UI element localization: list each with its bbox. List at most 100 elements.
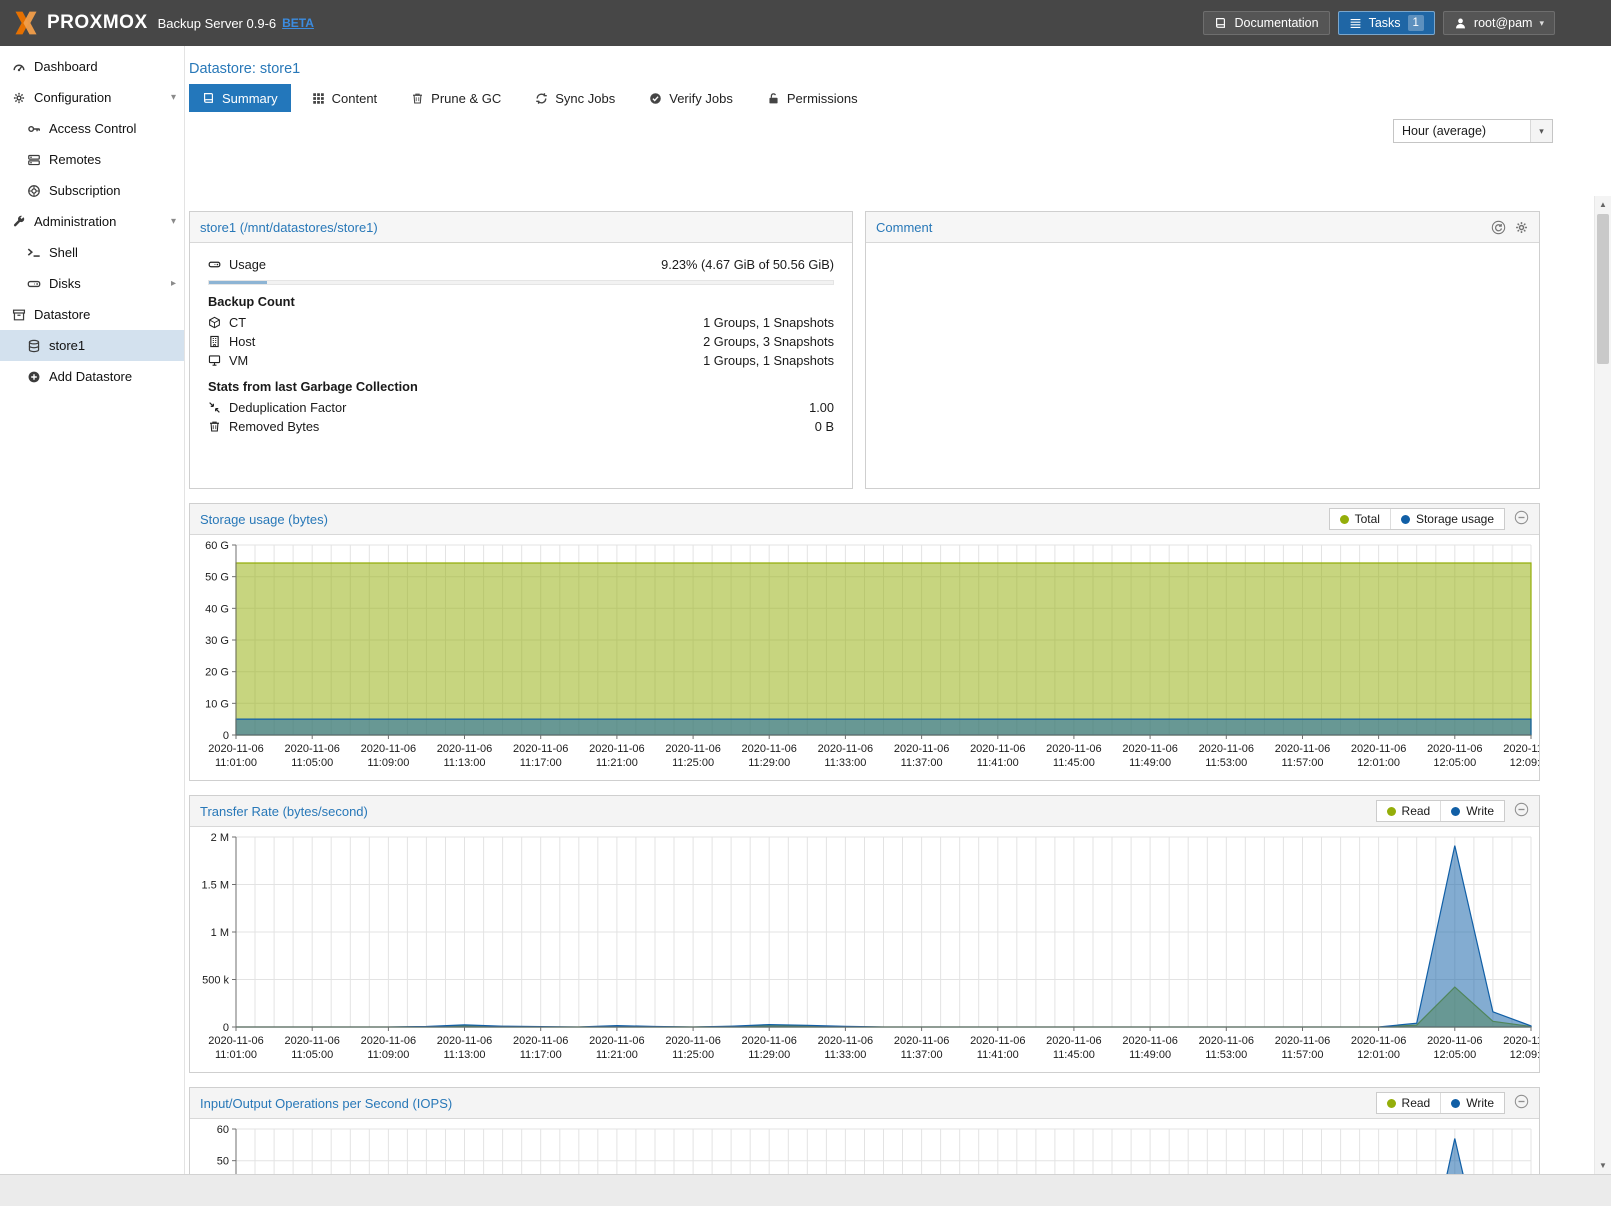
svg-text:11:13:00: 11:13:00 — [443, 1049, 485, 1061]
refresh-icon[interactable] — [1491, 220, 1506, 235]
user-menu-button[interactable]: root@pam ▾ — [1443, 11, 1555, 35]
tasks-label: Tasks — [1369, 16, 1401, 30]
sidebar-item-remotes[interactable]: Remotes — [0, 144, 184, 175]
svg-text:500 k: 500 k — [202, 975, 229, 987]
svg-text:2020-11-06: 2020-11-06 — [894, 1035, 949, 1047]
legend-read[interactable]: Read — [1377, 801, 1441, 821]
svg-text:2020-11-06: 2020-11-06 — [1275, 1035, 1330, 1047]
chevron-down-icon[interactable]: ▾ — [171, 216, 176, 227]
transfer-rate-title: Transfer Rate (bytes/second) — [200, 804, 368, 819]
vertical-scrollbar[interactable]: ▲ ▼ — [1594, 196, 1611, 1174]
chevron-down-icon[interactable]: ▾ — [1530, 120, 1552, 142]
sidebar-item-disks[interactable]: Disks ▸ — [0, 268, 184, 299]
svg-text:2020-11-06: 2020-11-06 — [513, 1035, 568, 1047]
scroll-down-arrow[interactable]: ▼ — [1595, 1157, 1611, 1174]
svg-text:11:01:00: 11:01:00 — [215, 1049, 257, 1061]
legend-write[interactable]: Write — [1440, 801, 1504, 821]
collapse-icon[interactable] — [1514, 1094, 1529, 1109]
sidebar-item-configuration[interactable]: Configuration ▾ — [0, 82, 184, 113]
tab-prune-gc[interactable]: Prune & GC — [398, 84, 514, 112]
sidebar-item-shell[interactable]: Shell — [0, 237, 184, 268]
svg-text:11:01:00: 11:01:00 — [215, 757, 257, 769]
legend-write[interactable]: Write — [1440, 1093, 1504, 1113]
collapse-icon[interactable] — [1514, 802, 1529, 817]
svg-text:2020-11-06: 2020-11-06 — [741, 743, 796, 755]
svg-text:11:49:00: 11:49:00 — [1129, 1049, 1171, 1061]
building-icon — [208, 335, 221, 348]
tasks-button[interactable]: Tasks 1 — [1338, 11, 1435, 35]
svg-text:12:09:00: 12:09:00 — [1510, 1049, 1539, 1061]
sidebar-item-access-control[interactable]: Access Control — [0, 113, 184, 144]
hdd-icon — [27, 277, 41, 291]
trash-icon — [411, 92, 424, 105]
scroll-up-arrow[interactable]: ▲ — [1595, 196, 1611, 213]
time-range-select[interactable]: Hour (average) ▾ — [1393, 119, 1553, 143]
svg-text:2020-11-06: 2020-11-06 — [1351, 743, 1406, 755]
svg-text:0: 0 — [223, 1022, 229, 1034]
sidebar-item-datastore[interactable]: Datastore — [0, 299, 184, 330]
app-header: PROXMOX Backup Server 0.9-6 BETA Documen… — [0, 0, 1611, 46]
cube-icon — [208, 316, 221, 329]
datastore-panel-title: store1 (/mnt/datastores/store1) — [200, 220, 378, 235]
gear-icon[interactable] — [1514, 220, 1529, 235]
sidebar-item-administration[interactable]: Administration ▾ — [0, 206, 184, 237]
dedup-value: 1.00 — [809, 400, 834, 415]
sidebar-item-dashboard[interactable]: Dashboard — [0, 51, 184, 82]
svg-text:2020-11-06: 2020-11-06 — [1199, 743, 1254, 755]
sidebar-item-label: Datastore — [34, 307, 90, 322]
svg-text:2 M: 2 M — [211, 832, 229, 844]
sidebar-item-label: Add Datastore — [49, 369, 132, 384]
tab-summary[interactable]: Summary — [189, 84, 291, 112]
sidebar-item-subscription[interactable]: Subscription — [0, 175, 184, 206]
legend-storage-usage[interactable]: Storage usage — [1390, 509, 1504, 529]
chevron-right-icon[interactable]: ▸ — [171, 278, 176, 289]
tab-sync-jobs[interactable]: Sync Jobs — [522, 84, 628, 112]
svg-text:10 G: 10 G — [205, 698, 229, 710]
tab-content[interactable]: Content — [299, 84, 391, 112]
proxmox-logo: PROXMOX — [12, 9, 148, 37]
svg-text:2020-11-06: 2020-11-06 — [741, 1035, 796, 1047]
sidebar-item-label: Shell — [49, 245, 78, 260]
database-icon — [27, 339, 41, 353]
scrollbar-thumb[interactable] — [1597, 214, 1609, 364]
wrench-icon — [12, 215, 26, 229]
dedup-label: Deduplication Factor — [229, 400, 346, 415]
svg-text:11:21:00: 11:21:00 — [596, 757, 638, 769]
svg-text:2020-11-06: 2020-11-06 — [970, 743, 1025, 755]
legend-read[interactable]: Read — [1377, 1093, 1441, 1113]
datastore-info-panel: store1 (/mnt/datastores/store1) Usage 9.… — [189, 211, 853, 489]
collapse-icon[interactable] — [1514, 510, 1529, 525]
beta-link[interactable]: BETA — [282, 16, 314, 30]
svg-text:2020-11-06: 2020-11-06 — [361, 1035, 416, 1047]
svg-text:11:29:00: 11:29:00 — [748, 757, 790, 769]
trash-icon — [208, 420, 221, 433]
chart-legend: Read Write — [1376, 1092, 1505, 1114]
summary-toolbar: Hour (average) ▾ — [185, 112, 1611, 150]
svg-text:40 G: 40 G — [205, 603, 229, 615]
documentation-button[interactable]: Documentation — [1203, 11, 1329, 35]
svg-text:2020-11-06: 2020-11-06 — [208, 743, 263, 755]
storage-usage-title: Storage usage (bytes) — [200, 512, 328, 527]
svg-text:11:45:00: 11:45:00 — [1053, 1049, 1095, 1061]
usage-row: Usage 9.23% (4.67 GiB of 50.56 GiB) — [208, 255, 834, 274]
svg-text:12:05:00: 12:05:00 — [1433, 757, 1476, 769]
iops-title: Input/Output Operations per Second (IOPS… — [200, 1096, 452, 1111]
svg-text:2020-11-06: 2020-11-06 — [1427, 1035, 1482, 1047]
svg-text:2020-11-06: 2020-11-06 — [437, 743, 492, 755]
svg-text:2020-11-06: 2020-11-06 — [894, 743, 949, 755]
usage-label: Usage — [229, 257, 266, 272]
sidebar-item-label: Remotes — [49, 152, 101, 167]
tab-verify-jobs[interactable]: Verify Jobs — [636, 84, 746, 112]
chevron-down-icon[interactable]: ▾ — [171, 92, 176, 103]
sidebar-item-store1[interactable]: store1 — [0, 330, 184, 361]
svg-text:2020-11-06: 2020-11-06 — [1122, 1035, 1177, 1047]
svg-text:2020-11-06: 2020-11-06 — [284, 1035, 339, 1047]
svg-text:11:53:00: 11:53:00 — [1205, 757, 1247, 769]
brand-name: PROXMOX — [47, 12, 148, 34]
tab-permissions[interactable]: Permissions — [754, 84, 871, 112]
sidebar-item-add-datastore[interactable]: Add Datastore — [0, 361, 184, 392]
legend-total[interactable]: Total — [1330, 509, 1390, 529]
legend-label: Storage usage — [1416, 512, 1494, 526]
svg-text:2020-11-06: 2020-11-06 — [818, 1035, 873, 1047]
svg-text:11:33:00: 11:33:00 — [824, 757, 866, 769]
